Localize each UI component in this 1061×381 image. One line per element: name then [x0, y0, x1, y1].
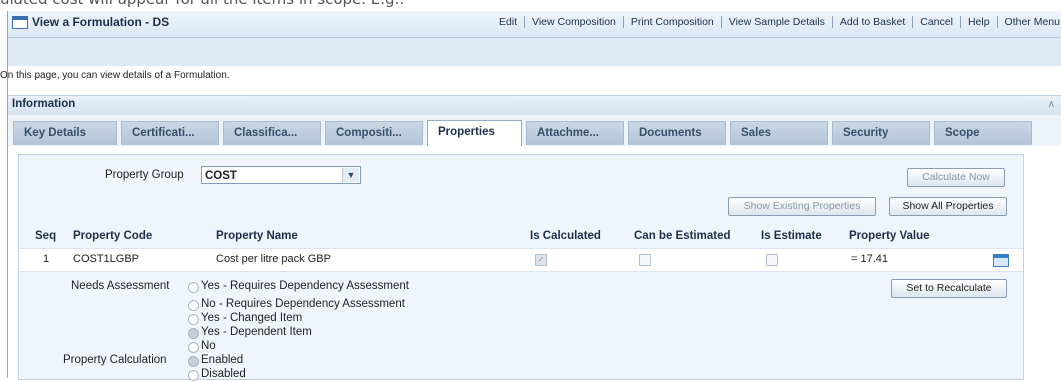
window-title: View a Formulation - DS: [32, 15, 170, 29]
row-seq: 1: [43, 253, 50, 265]
tab-classifications[interactable]: Classifica...: [223, 121, 321, 145]
column-property-name: Property Name: [216, 230, 298, 242]
tab-scope[interactable]: Scope: [934, 121, 1032, 145]
assessment-section: Needs Assessment Yes - Requires Dependen…: [19, 277, 1023, 381]
radio-disabled[interactable]: Disabled: [188, 368, 246, 381]
column-is-calculated: Is Calculated: [530, 230, 601, 242]
menu-add-to-basket[interactable]: Add to Basket: [833, 16, 914, 28]
properties-panel: Property Group COST ▼ Calculate Now Show…: [18, 154, 1024, 381]
document-text-line: ulated cost will appear for all the item…: [0, 0, 1061, 10]
column-seq: Seq: [35, 230, 57, 242]
radio-yes-dependent-item[interactable]: Yes - Dependent Item: [188, 326, 312, 339]
column-is-estimate: Is Estimate: [761, 230, 822, 242]
menu-view-composition[interactable]: View Composition: [525, 16, 624, 28]
calculate-now-button[interactable]: Calculate Now: [907, 168, 1005, 187]
column-property-code: Property Code: [73, 230, 153, 242]
row-property-name: Cost per litre pack GBP: [216, 253, 331, 265]
property-calculation-label: Property Calculation: [63, 354, 167, 366]
row-property-value: = 17.41: [851, 253, 889, 265]
section-title: Information: [12, 98, 76, 110]
page-intro-text: On this page, you can view details of a …: [0, 70, 230, 81]
tab-sales[interactable]: Sales: [730, 121, 828, 145]
tab-certifications[interactable]: Certificati...: [121, 121, 219, 145]
table-row[interactable]: 1 COST1LGBP Cost per litre pack GBP ✓ = …: [19, 248, 1023, 272]
show-all-properties-button[interactable]: Show All Properties: [889, 197, 1007, 216]
details-window-icon[interactable]: [993, 254, 1009, 267]
title-bar: View a Formulation - DS Edit View Compos…: [8, 11, 1061, 38]
needs-assessment-label: Needs Assessment: [71, 280, 170, 292]
radio-enabled[interactable]: Enabled: [188, 354, 243, 367]
can-be-estimated-checkbox[interactable]: [639, 254, 651, 266]
row-property-code: COST1LGBP: [73, 253, 140, 265]
property-group-value: COST: [205, 170, 237, 182]
radio-yes-changed-item[interactable]: Yes - Changed Item: [188, 312, 302, 325]
window-icon: [12, 16, 28, 29]
action-menu: Edit View Composition Print Composition …: [492, 16, 1061, 28]
radio-no-requires-dependency[interactable]: No - Requires Dependency Assessment: [188, 298, 405, 311]
tab-documents[interactable]: Documents: [628, 121, 726, 145]
is-calculated-checkbox[interactable]: ✓: [535, 254, 547, 266]
chevron-down-icon[interactable]: ▼: [342, 168, 359, 182]
tab-strip: Key Details Certificati... Classifica...…: [8, 115, 1061, 146]
tab-security[interactable]: Security: [832, 121, 930, 145]
tab-properties[interactable]: Properties: [427, 120, 522, 146]
radio-yes-requires-dependency[interactable]: Yes - Requires Dependency Assessment: [188, 280, 409, 293]
menu-other-menu[interactable]: Other Menu: [998, 16, 1061, 28]
menu-edit[interactable]: Edit: [492, 16, 526, 28]
set-to-recalculate-button[interactable]: Set to Recalculate: [891, 279, 1007, 298]
column-property-value: Property Value: [849, 230, 930, 242]
property-group-label: Property Group: [105, 169, 184, 181]
double-chevron-up-icon[interactable]: ∧: [1048, 99, 1055, 110]
tab-key-details[interactable]: Key Details: [13, 121, 117, 145]
sub-header-bar: [8, 38, 1061, 66]
tab-attachments[interactable]: Attachme...: [526, 121, 624, 145]
properties-table-header: Seq Property Code Property Name Is Calcu…: [19, 229, 1023, 245]
column-can-be-estimated: Can be Estimated: [634, 230, 731, 242]
radio-no[interactable]: No: [188, 340, 216, 353]
menu-cancel[interactable]: Cancel: [913, 16, 961, 28]
menu-view-sample-details[interactable]: View Sample Details: [722, 16, 833, 28]
tab-composition[interactable]: Compositi...: [325, 121, 423, 145]
menu-print-composition[interactable]: Print Composition: [624, 16, 722, 28]
information-section-header[interactable]: Information ∧: [8, 95, 1061, 116]
show-existing-properties-button[interactable]: Show Existing Properties: [728, 197, 876, 216]
property-group-select[interactable]: COST ▼: [201, 166, 361, 184]
menu-help[interactable]: Help: [961, 16, 998, 28]
is-estimate-checkbox[interactable]: [766, 254, 778, 266]
